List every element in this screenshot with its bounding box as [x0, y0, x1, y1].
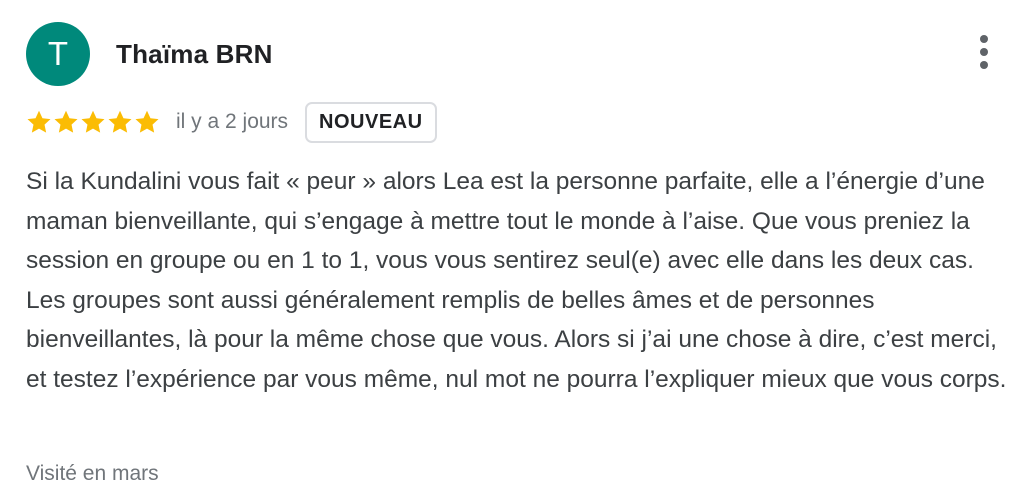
star-icon — [135, 110, 159, 133]
star-icon — [54, 110, 78, 133]
more-options-button[interactable] — [966, 30, 1002, 74]
author-name[interactable]: Thaïma BRN — [116, 39, 273, 70]
avatar[interactable]: T — [26, 22, 90, 86]
visited-date: Visité en mars — [26, 462, 159, 485]
review-header: T Thaïma BRN — [26, 22, 273, 86]
star-icon — [81, 110, 105, 133]
star-icon — [27, 110, 51, 133]
more-vert-icon — [980, 61, 988, 69]
review-card: T Thaïma BRN il y a 2 jours NOUVEAU Si l… — [0, 0, 1026, 500]
more-vert-icon — [980, 48, 988, 56]
review-meta: il y a 2 jours NOUVEAU — [26, 100, 437, 144]
more-vert-icon — [980, 35, 988, 43]
review-time: il y a 2 jours — [176, 110, 289, 133]
star-rating — [26, 109, 160, 135]
new-badge: NOUVEAU — [305, 101, 437, 143]
avatar-letter: T — [47, 35, 69, 72]
review-text: Si la Kundalini vous fait « peur » alors… — [26, 168, 1007, 393]
star-icon — [108, 110, 132, 133]
